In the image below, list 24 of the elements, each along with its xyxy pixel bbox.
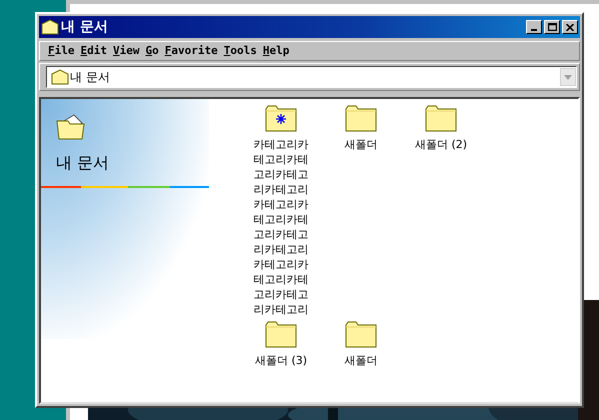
window-title: 내 문서 — [61, 18, 108, 36]
address-field[interactable]: 내 문서 — [46, 66, 577, 88]
menu-item[interactable]: Help — [262, 42, 290, 60]
minimize-button[interactable] — [526, 20, 542, 34]
minimize-icon — [531, 29, 537, 31]
caret-icon — [564, 74, 572, 80]
item-label[interactable]: 새폴더 (2) — [409, 137, 473, 152]
item-label[interactable]: 새폴더 — [329, 137, 393, 152]
item-label[interactable]: 카테고리카테고리카테고리카테고리카테고리카테고리카테고리카테고리카테고리카테고리카테고리카테고리카테고리카테고리카테고리 — [249, 137, 313, 317]
panel-title: 내 문서 — [56, 152, 110, 174]
item-label[interactable]: 새폴더 (3) — [249, 353, 313, 368]
close-icon — [566, 24, 574, 30]
menu-item[interactable]: Favorite — [164, 42, 218, 60]
address-value: 내 문서 — [70, 69, 110, 86]
menu-item[interactable]: Tools — [224, 42, 257, 60]
maximize-button[interactable] — [544, 20, 560, 34]
menu-item[interactable]: View — [113, 42, 140, 60]
maximize-icon — [548, 23, 556, 31]
item-label[interactable]: 새폴더 — [329, 353, 393, 368]
menu-item[interactable]: File — [48, 42, 74, 60]
close-button[interactable] — [562, 20, 578, 34]
special-folder-icon — [265, 105, 297, 132]
menu-item[interactable]: Go — [146, 42, 159, 60]
menu-item[interactable]: Edit — [80, 42, 107, 60]
